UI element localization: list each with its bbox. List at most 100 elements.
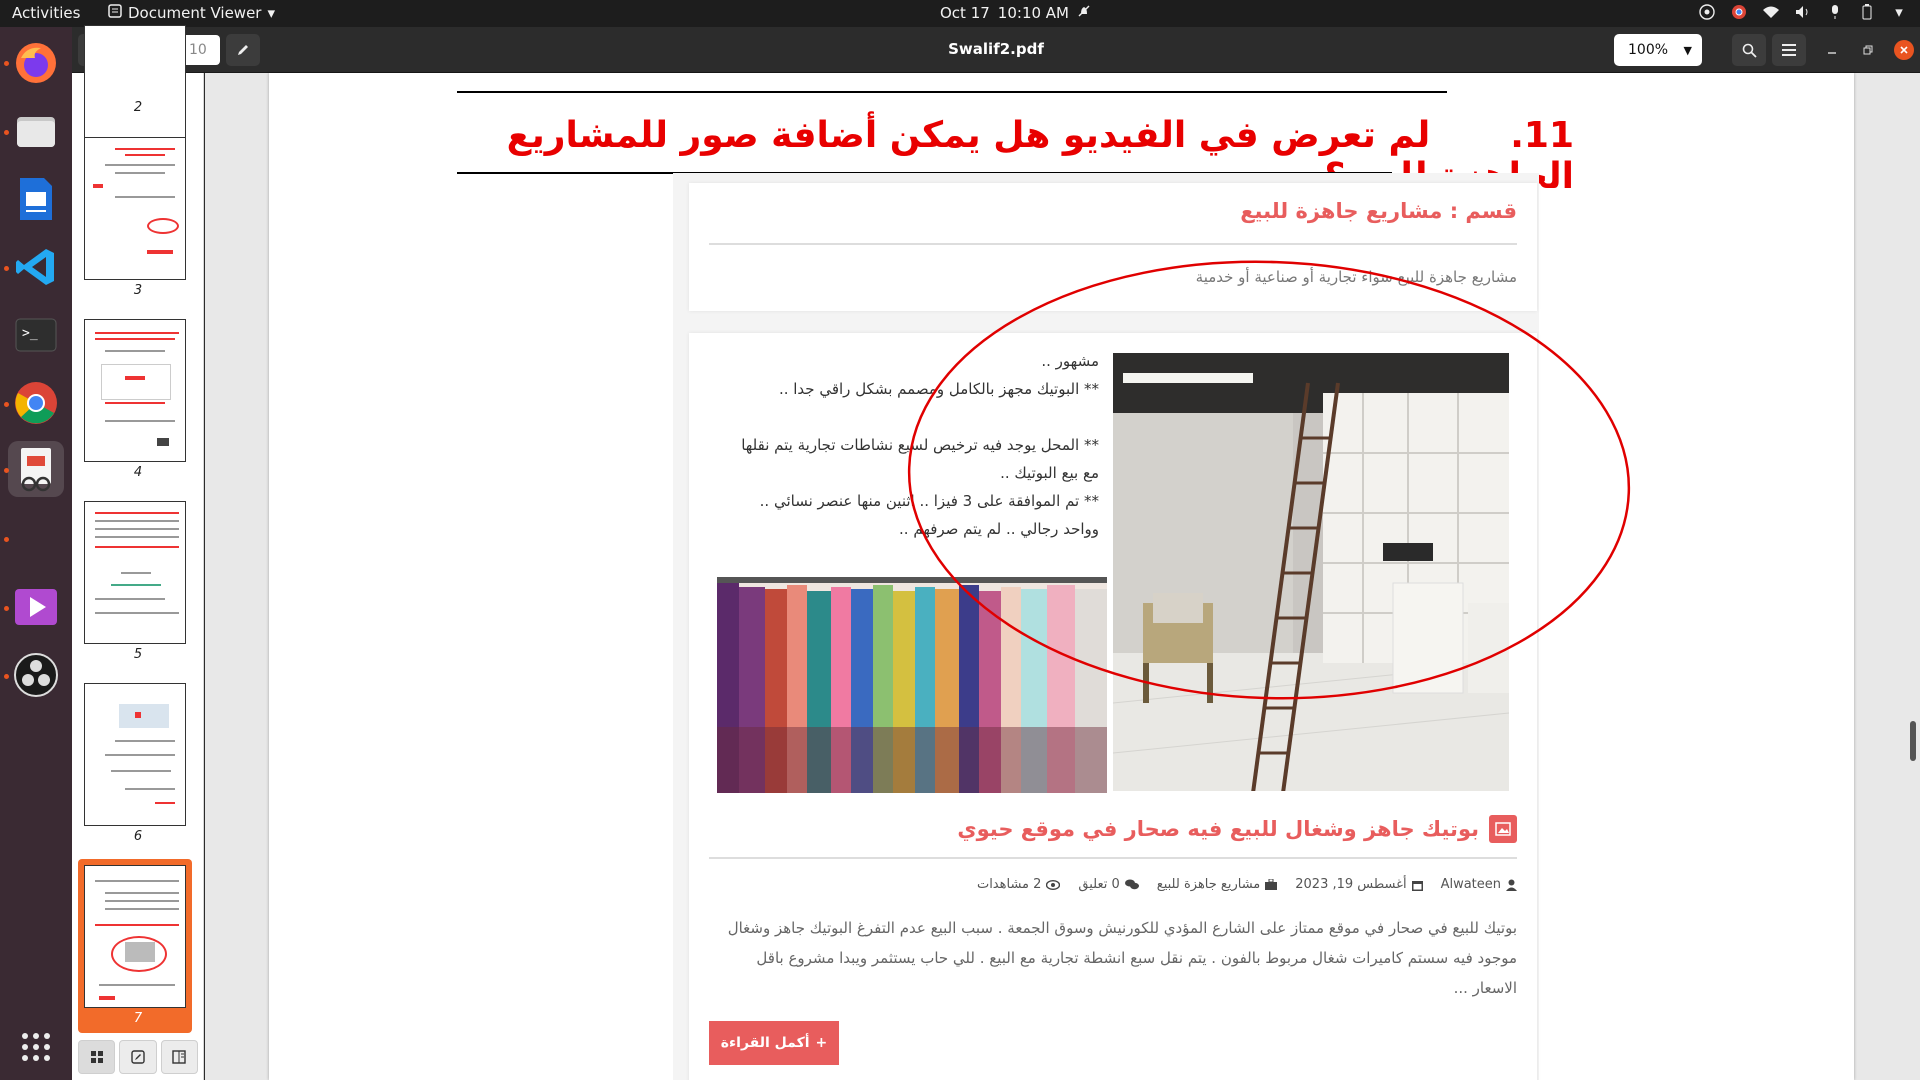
chrome-launcher[interactable]: [8, 375, 64, 431]
app-menu[interactable]: Document Viewer ▾: [108, 4, 275, 22]
volume-icon[interactable]: [1794, 3, 1812, 21]
post-body-text: مشهور .. ** البوتيك مجهز بالكامل ومصمم ب…: [729, 347, 1099, 543]
post-card: مشهور .. ** البوتيك مجهز بالكامل ومصمم ب…: [689, 333, 1537, 1080]
thumbnail-sidebar: 2 3 4 5 6 7: [72, 25, 204, 1080]
obs-launcher[interactable]: [8, 647, 64, 703]
sidebar-tabs: [78, 1040, 198, 1074]
main-menu-button[interactable]: [1772, 34, 1806, 66]
pencil-icon: [238, 45, 248, 55]
post-excerpt: بوتيك للبيع في صحار في موقع ممتاز على ال…: [727, 919, 1517, 997]
document-viewer-icon: [21, 448, 51, 492]
question-number: .11: [1510, 115, 1574, 156]
terminal-icon: >_: [15, 318, 57, 352]
category-card: قسم : مشاريع جاهزة للبيع مشاريع جاهزة لل…: [689, 183, 1537, 311]
files-launcher[interactable]: [8, 103, 64, 159]
book-icon: [172, 1050, 187, 1064]
close-button[interactable]: [1894, 40, 1914, 60]
thumbnail-label-3: 3: [133, 283, 143, 298]
writer-launcher[interactable]: [8, 171, 64, 227]
chevron-down-icon: ▾: [267, 4, 276, 22]
top-rule: [457, 91, 1447, 93]
meta-views: 2 مشاهدات: [977, 877, 1061, 892]
show-applications-button[interactable]: [8, 1019, 64, 1075]
category-title: قسم : مشاريع جاهزة للبيع: [1240, 199, 1517, 223]
image-format-icon: [1489, 815, 1517, 843]
thumbnail-label-6: 6: [133, 829, 143, 844]
document-view[interactable]: .11لم تعرض في الفيديو هل يمكن أضافة صور …: [205, 73, 1920, 1080]
post-line: ** تم الموافقة على 3 فيزا .. اثنين منها …: [759, 492, 1099, 538]
thumbnail-label-5: 5: [133, 647, 143, 662]
annotate-button[interactable]: [226, 34, 260, 66]
clock-time: 10:10 AM: [997, 4, 1069, 22]
pdf-page: .11لم تعرض في الفيديو هل يمكن أضافة صور …: [269, 73, 1854, 1080]
meta-date: أغسطس 19, 2023: [1295, 877, 1423, 892]
page-thumbnail-3[interactable]: [84, 137, 186, 280]
page-thumbnail-5[interactable]: [84, 501, 186, 644]
post-title-text: بوتيك جاهز وشغال للبيع فيه صحار في موقع …: [957, 817, 1479, 841]
document-viewer-app-icon: [108, 4, 122, 22]
post-line: [729, 403, 1099, 431]
shop-interior-photo: [1113, 353, 1509, 791]
search-button[interactable]: [1732, 34, 1766, 66]
read-more-label: أكمل القراءة: [720, 1035, 810, 1051]
calendar-icon: [1411, 880, 1423, 891]
grid-icon: [90, 1051, 103, 1063]
annotation-icon: [131, 1050, 145, 1064]
meta-author[interactable]: Alwateen: [1441, 877, 1517, 892]
zoom-select[interactable]: 100% ▼: [1614, 34, 1702, 66]
writer-icon: [20, 178, 52, 220]
hamburger-icon: [1782, 44, 1796, 56]
post-line: ** البوتيك مجهز بالكامل ومصمم بشكل راقي …: [778, 380, 1099, 398]
svg-text:>_: >_: [22, 326, 38, 341]
folder-icon: [17, 117, 55, 147]
obs-icon: [14, 653, 58, 697]
system-menu-chevron-icon[interactable]: ▾: [1890, 3, 1908, 21]
thumbnail-label-4: 4: [133, 465, 143, 480]
user-icon: [1506, 879, 1517, 891]
wifi-icon[interactable]: [1762, 3, 1780, 21]
close-icon: [1900, 46, 1908, 54]
play-icon: [15, 589, 57, 625]
plus-icon: +: [815, 1035, 828, 1051]
document-viewer-launcher[interactable]: [8, 441, 64, 497]
comments-icon: [1124, 879, 1139, 890]
media-player-launcher[interactable]: [8, 579, 64, 635]
terminal-launcher[interactable]: >_: [8, 307, 64, 363]
dock: >_: [0, 27, 72, 1080]
page-thumbnail-6[interactable]: [84, 683, 186, 826]
page-thumbnail-4[interactable]: [84, 319, 186, 462]
firefox-icon: [16, 43, 56, 83]
clock-date: Oct 17: [940, 4, 990, 22]
vscode-launcher[interactable]: [8, 239, 64, 295]
clock[interactable]: Oct 17 10:10 AM: [940, 4, 1091, 22]
tab-thumbnails[interactable]: [78, 1040, 116, 1074]
category-description: مشاريع جاهزة للبيع سواء تجارية أو صناعية…: [1195, 268, 1517, 286]
tab-annotations[interactable]: [119, 1040, 157, 1074]
search-icon: [1742, 43, 1757, 58]
firefox-launcher[interactable]: [8, 35, 64, 91]
chrome-tray-icon[interactable]: [1730, 3, 1748, 21]
system-tray[interactable]: ▾: [1698, 3, 1908, 21]
header-bar: of 10 Swalif2.pdf 100% ▼: [72, 27, 1920, 73]
meta-comments[interactable]: 0 تعليق: [1078, 877, 1139, 892]
meta-category[interactable]: مشاريع جاهزة للبيع: [1157, 877, 1278, 892]
battery-icon[interactable]: [1858, 3, 1876, 21]
post-meta: Alwateen أغسطس 19, 2023 مشاريع جاهزة للب…: [977, 877, 1517, 892]
microphone-icon[interactable]: [1826, 3, 1844, 21]
maximize-button[interactable]: [1858, 40, 1878, 60]
post-line: ** المحل يوجد فيه ترخيص لسبع نشاطات تجار…: [741, 436, 1099, 482]
scrollbar-handle[interactable]: [1910, 721, 1916, 761]
thumbnail-label-7: 7: [133, 1011, 143, 1026]
minimize-button[interactable]: [1822, 40, 1842, 60]
tab-outline[interactable]: [160, 1040, 198, 1074]
app-menu-label: Document Viewer: [128, 4, 262, 22]
read-more-button[interactable]: + أكمل القراءة: [709, 1021, 839, 1065]
do-not-disturb-icon: [1077, 4, 1091, 22]
page-thumbnail-7[interactable]: [84, 865, 186, 1008]
vscode-icon: [16, 249, 54, 285]
post-title[interactable]: بوتيك جاهز وشغال للبيع فيه صحار في موقع …: [957, 815, 1517, 843]
activities-button[interactable]: Activities: [12, 4, 80, 22]
obs-tray-icon[interactable]: [1698, 3, 1716, 21]
restore-icon: [1863, 45, 1873, 55]
eye-icon: [1046, 879, 1061, 890]
